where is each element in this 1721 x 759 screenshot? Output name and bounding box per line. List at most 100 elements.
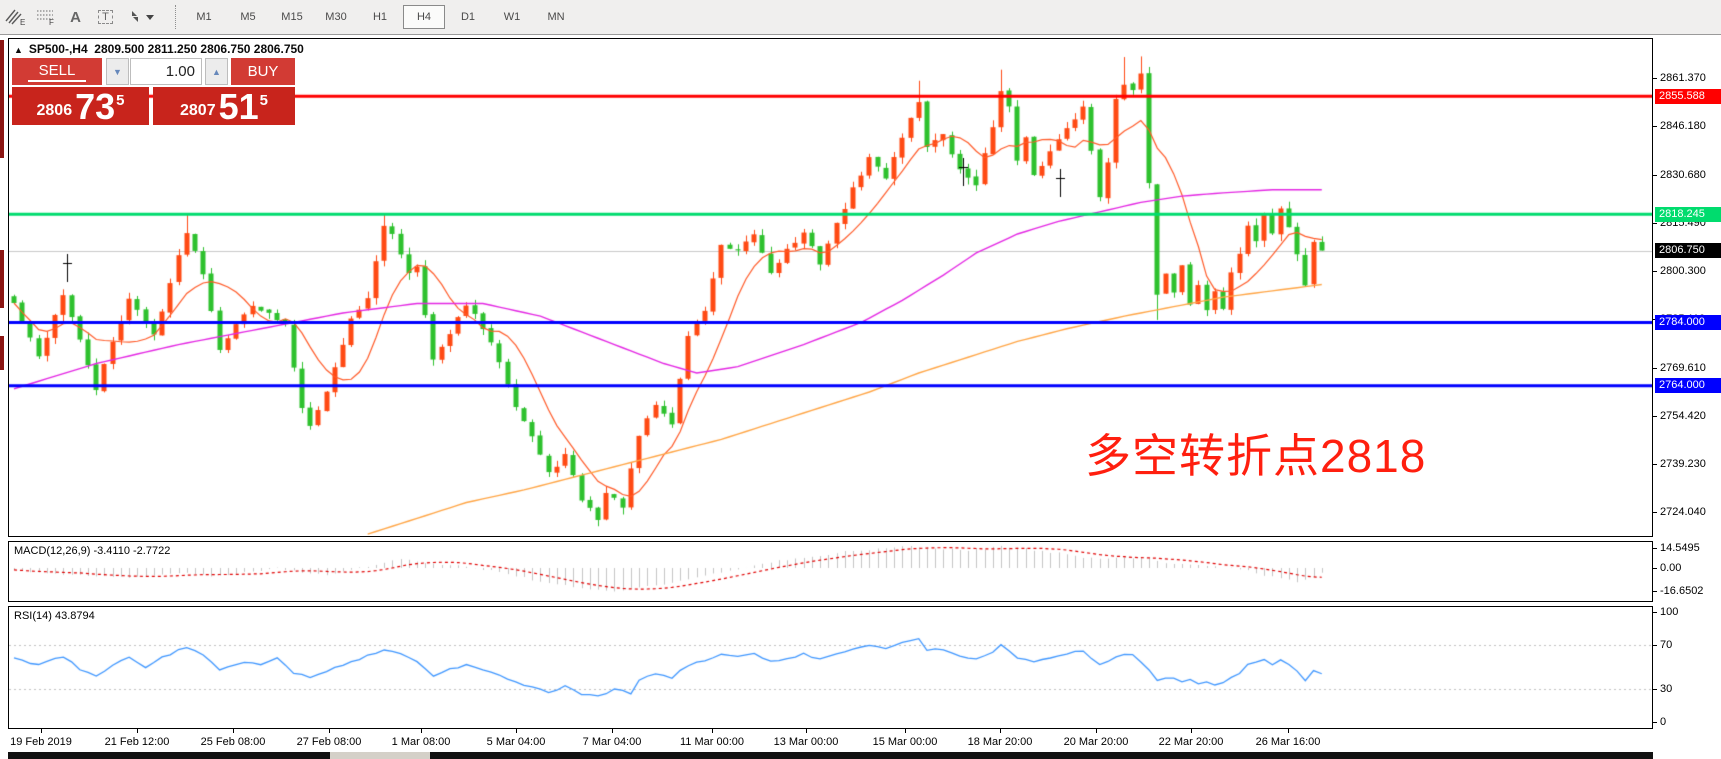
text-a-icon[interactable]: A	[61, 4, 90, 30]
axis-tickmark	[1652, 78, 1657, 79]
time-label: 15 Mar 00:00	[873, 736, 938, 748]
symbol-period-label: SP500-,H4	[29, 42, 88, 56]
price-tick: 2846.180	[1660, 120, 1706, 132]
time-tickmark	[905, 729, 906, 733]
timeframe-button-M30[interactable]: M30	[315, 5, 357, 29]
horizontal-scrollbar[interactable]	[8, 752, 1653, 759]
sell-underline	[28, 80, 86, 82]
price-badge: 2818.245	[1655, 207, 1721, 222]
macd-tick: 14.5495	[1660, 542, 1700, 554]
time-tickmark	[516, 729, 517, 733]
collapse-triangle-icon[interactable]: ▲	[14, 45, 23, 55]
axis-tickmark	[1652, 223, 1657, 224]
timeframe-button-W1[interactable]: W1	[491, 5, 533, 29]
scrollbar-thumb[interactable]	[330, 752, 430, 759]
axis-tickmark	[1652, 612, 1657, 613]
time-tickmark	[137, 729, 138, 733]
market-watch-edge	[0, 336, 4, 370]
rsi-tick: 70	[1660, 639, 1672, 651]
timeframe-button-group: M1M5M15M30H1H4D1W1MN	[182, 5, 578, 29]
axis-tickmark	[1652, 722, 1657, 723]
chart-title: ▲ SP500-,H4 2809.500 2811.250 2806.750 28…	[14, 42, 304, 56]
timeframe-button-D1[interactable]: D1	[447, 5, 489, 29]
macd-label: MACD(12,26,9) -3.4110 -2.7722	[14, 545, 170, 557]
text-box-icon[interactable]: T	[91, 4, 120, 30]
time-tickmark	[806, 729, 807, 733]
price-tick: 2739.230	[1660, 458, 1706, 470]
time-tickmark	[421, 729, 422, 733]
time-label: 7 Mar 04:00	[583, 736, 642, 748]
axis-tickmark	[1652, 568, 1657, 569]
axis-tickmark	[1652, 645, 1657, 646]
time-tickmark	[1000, 729, 1001, 733]
rsi-tick: 30	[1660, 683, 1672, 695]
volume-input[interactable]	[130, 58, 202, 85]
time-label: 13 Mar 00:00	[774, 736, 839, 748]
price-badge: 2855.588	[1655, 89, 1721, 104]
time-tickmark	[612, 729, 613, 733]
trading-terminal-window: E F A T M1M5M15M30H1H4D1	[0, 0, 1721, 759]
price-tick: 2724.040	[1660, 506, 1706, 518]
rsi-label: RSI(14) 43.8794	[14, 610, 95, 622]
toolbar: E F A T M1M5M15M30H1H4D1	[0, 0, 1721, 35]
axis-tickmark	[1652, 464, 1657, 465]
time-tickmark	[1288, 729, 1289, 733]
timeframe-button-H1[interactable]: H1	[359, 5, 401, 29]
volume-decrease-stepper[interactable]: ▼	[106, 58, 129, 85]
timeframe-button-M15[interactable]: M15	[271, 5, 313, 29]
svg-text:F: F	[49, 18, 54, 27]
axis-tickmark	[1652, 512, 1657, 513]
axis-tickmark	[1652, 416, 1657, 417]
timeframe-button-M5[interactable]: M5	[227, 5, 269, 29]
macd-canvas[interactable]	[9, 542, 1652, 601]
market-watch-edge	[0, 40, 4, 158]
toolbar-separator	[175, 5, 176, 29]
buy-button[interactable]: BUY	[231, 58, 295, 85]
rsi-canvas[interactable]	[9, 607, 1652, 728]
svg-text:E: E	[20, 18, 25, 27]
grid-dots-icon[interactable]: F	[31, 4, 60, 30]
market-watch-edge	[0, 250, 4, 308]
time-label: 19 Feb 2019	[10, 736, 72, 748]
time-tickmark	[41, 729, 42, 733]
price-tick: 2830.680	[1660, 169, 1706, 181]
buy-price-box[interactable]: 2807515	[153, 87, 295, 125]
arrows-objects-icon[interactable]	[121, 4, 161, 30]
time-label: 27 Feb 08:00	[297, 736, 362, 748]
rsi-tick: 100	[1660, 606, 1678, 618]
price-tick: 2769.610	[1660, 362, 1706, 374]
time-label: 25 Feb 08:00	[201, 736, 266, 748]
volume-increase-stepper[interactable]: ▲	[205, 58, 228, 85]
macd-tick: 0.00	[1660, 562, 1681, 574]
axis-tickmark	[1652, 548, 1657, 549]
price-badge: 2784.000	[1655, 315, 1721, 330]
axis-tickmark	[1652, 175, 1657, 176]
price-badge: 2806.750	[1655, 243, 1721, 258]
time-tickmark	[233, 729, 234, 733]
time-tickmark	[712, 729, 713, 733]
chart-text-annotation: 多空转折点2818	[1085, 420, 1426, 486]
macd-tick: -16.6502	[1660, 585, 1703, 597]
time-tickmark	[1096, 729, 1097, 733]
timeframe-button-MN[interactable]: MN	[535, 5, 577, 29]
axis-tickmark	[1652, 591, 1657, 592]
time-label: 5 Mar 04:00	[487, 736, 546, 748]
timeframe-button-H4[interactable]: H4	[403, 5, 445, 29]
price-tick: 2754.420	[1660, 410, 1706, 422]
time-tickmark	[1191, 729, 1192, 733]
axis-tickmark	[1652, 271, 1657, 272]
ohlc-values: 2809.500 2811.250 2806.750 2806.750	[94, 42, 304, 56]
time-label: 20 Mar 20:00	[1064, 736, 1129, 748]
axis-tickmark	[1652, 126, 1657, 127]
axis-tickmark	[1652, 368, 1657, 369]
rsi-tick: 0	[1660, 716, 1666, 728]
price-tick: 2800.300	[1660, 265, 1706, 277]
one-click-trade-panel: SELL ▼ ▲ BUY 2806735 2807515	[12, 58, 295, 125]
draw-hatch-icon[interactable]: E	[1, 4, 30, 30]
price-tick: 2861.370	[1660, 72, 1706, 84]
sell-price-box[interactable]: 2806735	[12, 87, 149, 125]
axis-tickmark	[1652, 689, 1657, 690]
timeframe-button-M1[interactable]: M1	[183, 5, 225, 29]
sell-button[interactable]: SELL	[12, 58, 102, 85]
time-label: 11 Mar 00:00	[680, 736, 744, 748]
